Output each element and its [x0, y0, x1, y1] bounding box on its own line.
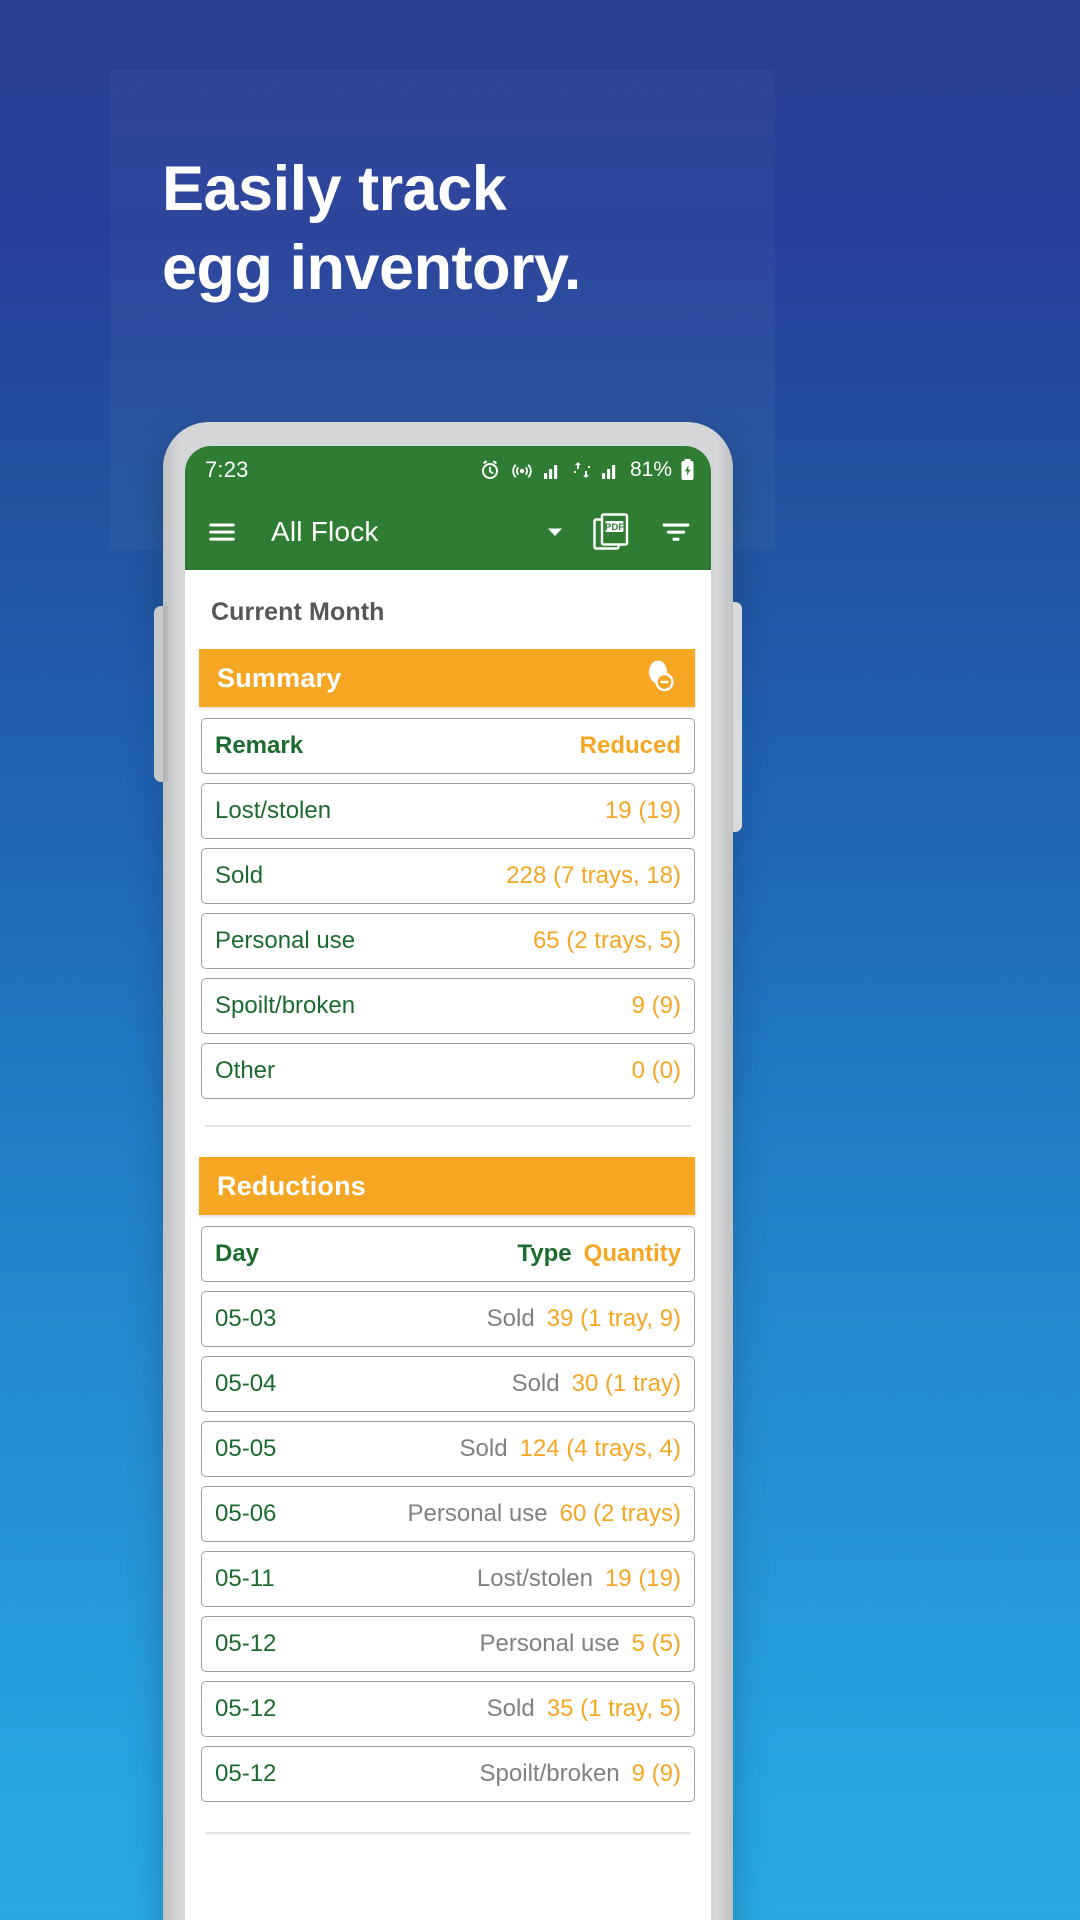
summary-header-row: Remark Reduced — [201, 718, 695, 774]
reduction-quantity: 9 (9) — [631, 1760, 681, 1787]
table-row[interactable]: 05-03 Sold 39 (1 tray, 9) — [201, 1291, 695, 1347]
summary-row-value: 0 (0) — [631, 1057, 681, 1084]
reduction-quantity: 60 (2 trays) — [559, 1500, 681, 1527]
phone-side-button-left — [154, 606, 168, 782]
table-row[interactable]: 05-12 Personal use 5 (5) — [201, 1616, 695, 1672]
bottom-divider — [205, 1832, 691, 1834]
hotspot-icon — [510, 458, 534, 482]
headline-line-1: Easily track — [162, 154, 507, 224]
summary-row-label: Spoilt/broken — [215, 992, 356, 1019]
status-bar: 7:23 81% — [185, 446, 711, 494]
chevron-down-icon[interactable] — [545, 522, 565, 542]
reduction-day: 05-12 — [215, 1695, 277, 1722]
reduction-quantity: 124 (4 trays, 4) — [519, 1435, 681, 1462]
reduction-quantity: 30 (1 tray) — [571, 1370, 681, 1397]
summary-table: Remark Reduced Lost/stolen 19 (19) Sold … — [185, 718, 711, 1099]
period-label: Current Month — [211, 598, 385, 626]
reduction-day: 05-05 — [215, 1435, 277, 1462]
summary-band: Summary — [199, 649, 695, 707]
reductions-band-title: Reductions — [217, 1170, 367, 1201]
summary-row-label: Other — [215, 1057, 276, 1084]
summary-header-right: Reduced — [579, 732, 681, 759]
summary-row-label: Lost/stolen — [215, 797, 332, 824]
phone-screen: 7:23 81% All Flock PDF Current Month Sum… — [185, 446, 711, 1920]
summary-row-label: Personal use — [215, 927, 356, 954]
table-row[interactable]: Personal use 65 (2 trays, 5) — [201, 913, 695, 969]
filter-icon[interactable] — [659, 515, 693, 549]
summary-row-value: 9 (9) — [631, 992, 681, 1019]
reduction-day: 05-12 — [215, 1760, 277, 1787]
battery-percentage: 81% — [629, 458, 672, 481]
reductions-table: Day Type Quantity 05-03 Sold 39 (1 tray,… — [185, 1226, 711, 1802]
table-row[interactable]: 05-12 Spoilt/broken 9 (9) — [201, 1746, 695, 1802]
status-time: 7:23 — [205, 457, 249, 482]
reductions-header-day: Day — [215, 1240, 260, 1267]
table-row[interactable]: 05-12 Sold 35 (1 tray, 5) — [201, 1681, 695, 1737]
signal-icon-2 — [600, 459, 622, 481]
promo-headline: Easily track egg inventory. — [162, 150, 862, 308]
reduction-type: Sold — [459, 1435, 508, 1462]
pdf-export-icon[interactable]: PDF — [593, 513, 629, 551]
summary-row-value: 65 (2 trays, 5) — [532, 927, 681, 954]
table-row[interactable]: Sold 228 (7 trays, 18) — [201, 848, 695, 904]
reduction-quantity: 5 (5) — [631, 1630, 681, 1657]
mobile-data-icon — [572, 459, 592, 481]
egg-minus-icon — [639, 656, 679, 701]
summary-row-label: Sold — [215, 862, 264, 889]
reduction-day: 05-04 — [215, 1370, 277, 1397]
summary-row-value: 228 (7 trays, 18) — [506, 862, 681, 889]
screen-content: Current Month Summary Remark Reduced Los… — [185, 570, 711, 1920]
reduction-type: Sold — [486, 1695, 535, 1722]
reduction-quantity: 39 (1 tray, 9) — [546, 1305, 681, 1332]
battery-icon — [680, 458, 695, 482]
hamburger-menu-icon[interactable] — [205, 515, 239, 549]
summary-row-value: 19 (19) — [604, 797, 681, 824]
phone-mockup: 7:23 81% All Flock PDF Current Month Sum… — [154, 422, 742, 1920]
table-row[interactable]: 05-06 Personal use 60 (2 trays) — [201, 1486, 695, 1542]
reduction-type: Sold — [511, 1370, 560, 1397]
table-row[interactable]: Spoilt/broken 9 (9) — [201, 978, 695, 1034]
reduction-type: Lost/stolen — [476, 1565, 593, 1592]
reduction-type: Personal use — [407, 1500, 548, 1527]
section-divider — [205, 1125, 691, 1127]
signal-icon — [542, 459, 564, 481]
reduction-type: Sold — [486, 1305, 535, 1332]
alarm-icon — [478, 458, 502, 482]
reductions-band: Reductions — [199, 1157, 695, 1215]
reduction-day: 05-06 — [215, 1500, 277, 1527]
table-row[interactable]: Other 0 (0) — [201, 1043, 695, 1099]
reduction-day: 05-03 — [215, 1305, 277, 1332]
table-row[interactable]: Lost/stolen 19 (19) — [201, 783, 695, 839]
app-bar: All Flock PDF — [185, 494, 711, 570]
reductions-header-quantity: Quantity — [583, 1240, 681, 1267]
reduction-quantity: 19 (19) — [604, 1565, 681, 1592]
phone-side-button-right — [728, 602, 742, 832]
reductions-header-row: Day Type Quantity — [201, 1226, 695, 1282]
reduction-quantity: 35 (1 tray, 5) — [546, 1695, 681, 1722]
reduction-type: Personal use — [479, 1630, 620, 1657]
headline-line-2: egg inventory. — [162, 232, 581, 303]
reduction-day: 05-11 — [215, 1565, 275, 1592]
app-bar-title[interactable]: All Flock — [271, 516, 379, 548]
table-row[interactable]: 05-11 Lost/stolen 19 (19) — [201, 1551, 695, 1607]
summary-band-title: Summary — [217, 662, 342, 693]
reductions-header-type: Type — [517, 1240, 572, 1267]
table-row[interactable]: 05-04 Sold 30 (1 tray) — [201, 1356, 695, 1412]
svg-text:PDF: PDF — [605, 522, 624, 533]
table-row[interactable]: 05-05 Sold 124 (4 trays, 4) — [201, 1421, 695, 1477]
summary-header-left: Remark — [215, 732, 304, 759]
reduction-type: Spoilt/broken — [479, 1760, 620, 1787]
reduction-day: 05-12 — [215, 1630, 277, 1657]
